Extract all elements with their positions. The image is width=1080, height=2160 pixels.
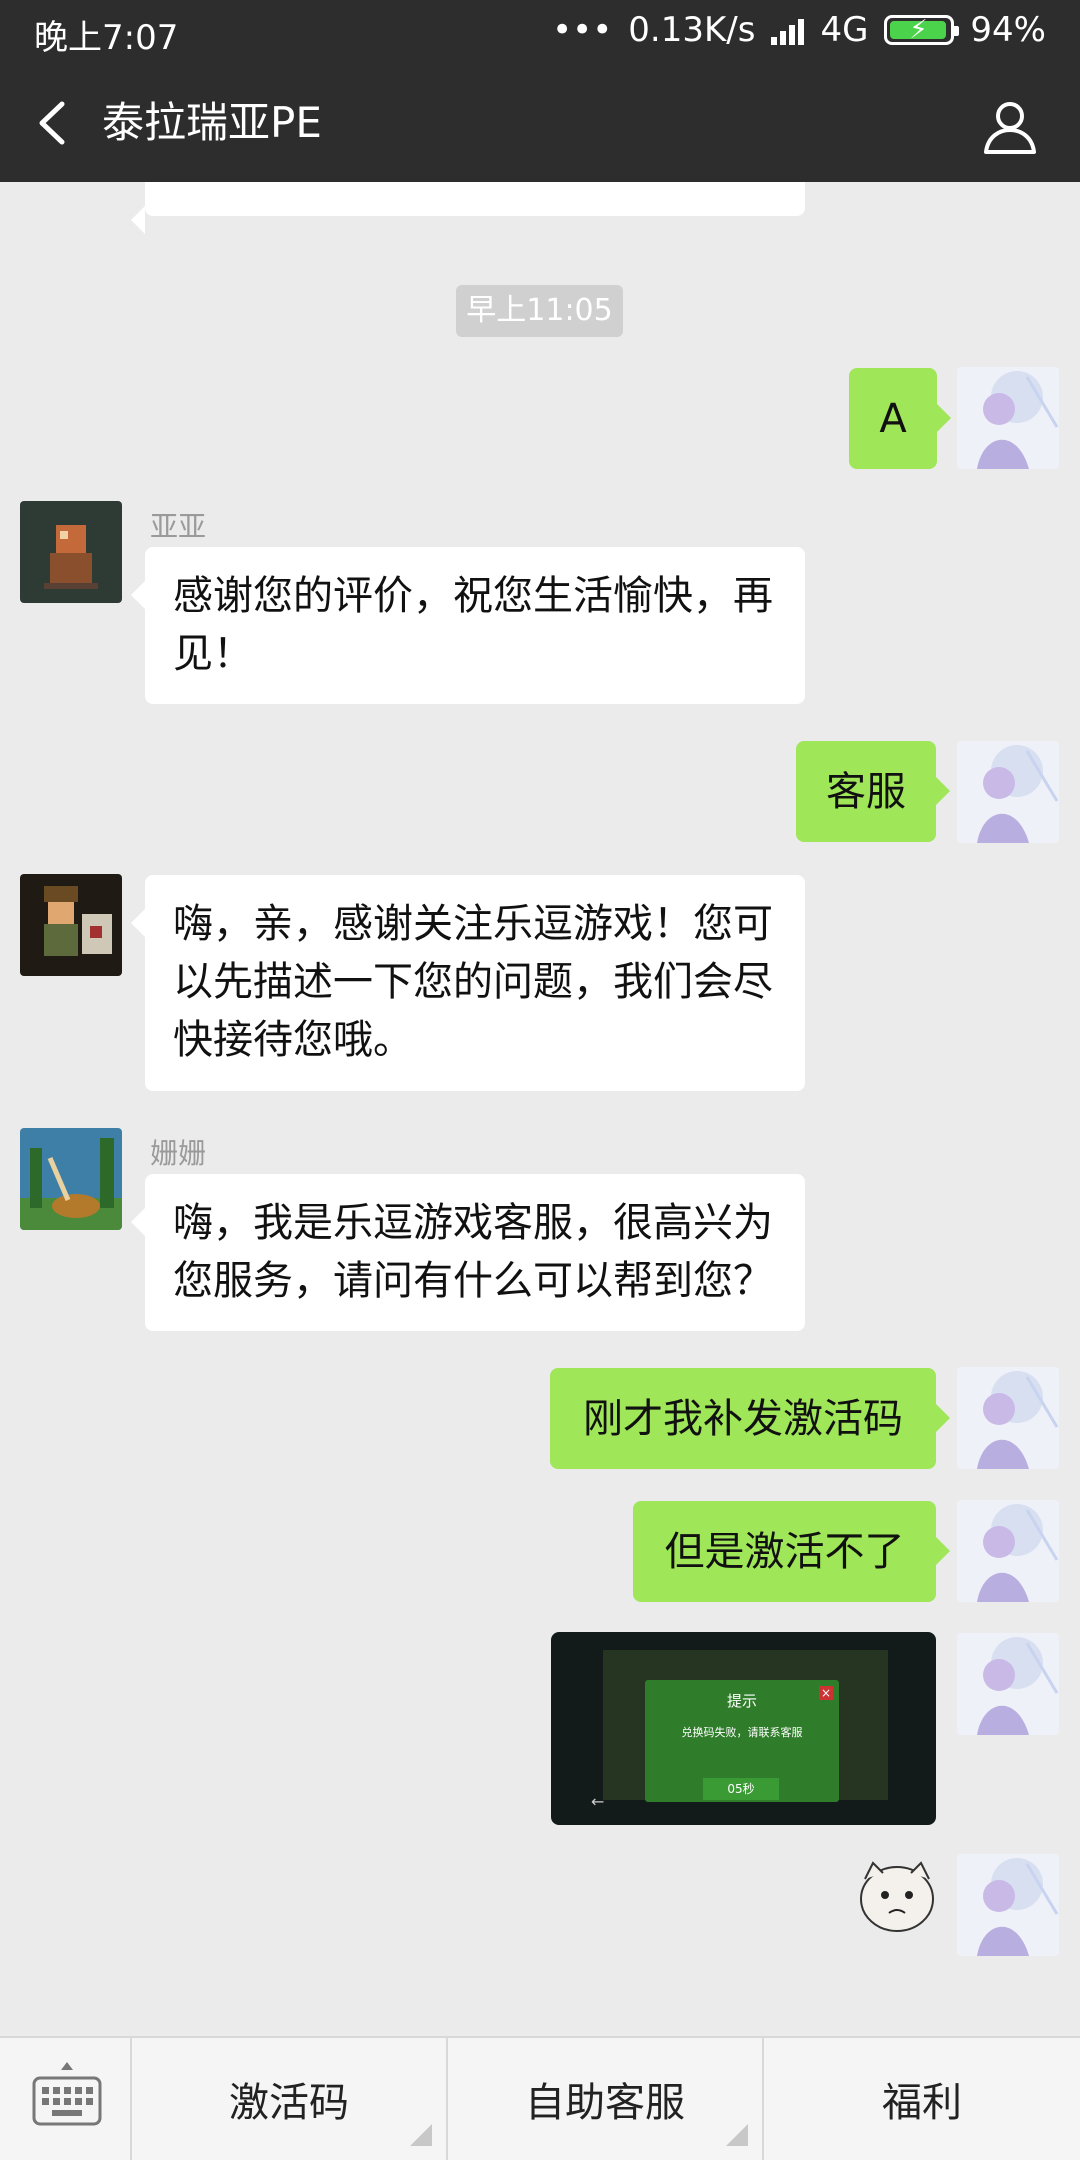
my-avatar[interactable] [957,367,1059,469]
sent-message[interactable]: 刚才我补发激活码 [550,1368,950,1469]
close-icon: × [819,1686,833,1700]
submenu-indicator-icon [410,2124,432,2146]
status-time: 晚上7:07 [34,18,179,58]
my-avatar[interactable] [957,1854,1059,1956]
menu-item-label: 福利 [882,2080,962,2126]
countdown-button: 05秒 [703,1778,779,1800]
menu-item-activation-code[interactable]: 激活码 [132,2038,448,2160]
agent-avatar-yaya[interactable] [20,501,122,603]
screenshot-image[interactable]: 提示 × 兑换码失败，请联系客服 05秒 ← [551,1632,936,1825]
sender-name: 姗姗 [150,1137,207,1170]
my-avatar[interactable] [957,741,1059,843]
menu-item-self-service[interactable]: 自助客服 [448,2038,764,2160]
my-avatar[interactable] [957,1633,1059,1735]
status-icons: ••• 0.13K/s 4G ⚡ 94% [552,10,1046,50]
back-arrow-icon: ← [591,1792,605,1811]
network-type: 4G [820,10,869,50]
menu-item-benefits[interactable]: 福利 [764,2038,1080,2160]
timestamp-chip: 早上11:05 [456,285,623,337]
sent-message[interactable]: 但是激活不了 [633,1501,950,1602]
my-avatar[interactable] [957,1500,1059,1602]
message-bubble-partial[interactable] [131,182,805,234]
more-dots-icon: ••• [552,10,613,50]
sent-message[interactable]: 客服 [796,741,950,842]
keyboard-icon [32,2062,102,2126]
received-message[interactable]: 嗨，我是乐逗游戏客服，很高兴为您服务，请问有什么可以帮到您？ [131,1174,805,1331]
my-avatar[interactable] [957,1367,1059,1469]
battery-icon: ⚡ [884,15,960,45]
sent-message[interactable]: A [849,368,951,469]
chevron-left-icon[interactable] [30,96,80,150]
page-title: 泰拉瑞亚PE [102,98,322,147]
sender-name: 亚亚 [150,510,207,543]
bottom-menu: 激活码 自助客服 福利 [0,2036,1080,2160]
dialog-title: 提示 [726,1692,757,1710]
status-bar: 晚上7:07 ••• 0.13K/s 4G ⚡ 94% [0,0,1080,64]
received-message[interactable]: 感谢您的评价，祝您生活愉快，再见！ [131,547,805,704]
battery-percent: 94% [970,10,1046,50]
agent-avatar-shanshan[interactable] [20,1128,122,1230]
received-message[interactable]: 嗨，亲，感谢关注乐逗游戏！您可以先描述一下您的问题，我们会尽快接待您哦。 [131,875,805,1091]
signal-icon [771,15,805,45]
submenu-indicator-icon [726,2124,748,2146]
menu-item-label: 自助客服 [525,2080,685,2126]
menu-item-label: 激活码 [229,2080,349,2126]
agent-avatar[interactable] [20,874,122,976]
sticker-face-icon[interactable] [855,1853,939,1937]
chat-header: 泰拉瑞亚PE [0,64,1080,182]
network-speed: 0.13K/s [628,10,756,50]
keyboard-toggle-button[interactable] [0,2038,132,2160]
dialog-message: 兑换码失败，请联系客服 [681,1726,803,1739]
user-icon[interactable] [980,96,1040,156]
